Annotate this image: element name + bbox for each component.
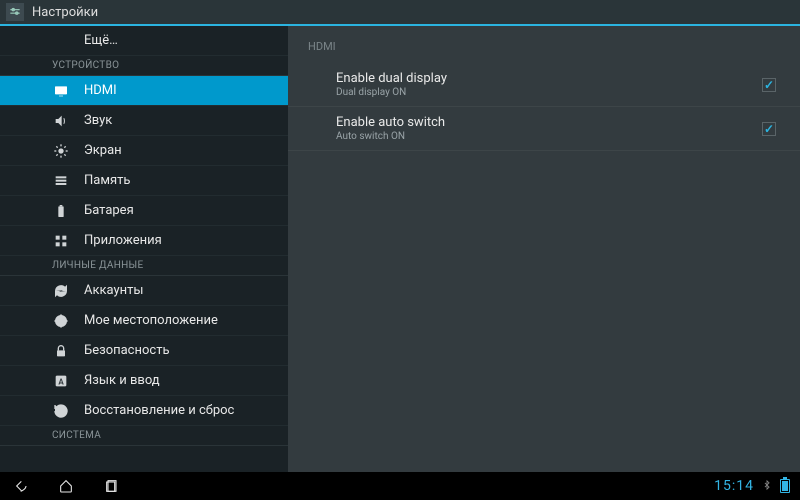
bluetooth-icon [762, 478, 772, 495]
sidebar-item-label: Мое местоположение [84, 313, 218, 328]
titlebar-title: Настройки [32, 5, 98, 20]
sidebar-item-label: Батарея [84, 203, 134, 218]
sidebar-item-security[interactable]: Безопасность [0, 336, 288, 366]
setting-subtitle: Dual display ON [336, 87, 762, 98]
sidebar-item-hdmi[interactable]: HDMI [0, 76, 288, 106]
brightness-icon [52, 142, 70, 160]
setting-subtitle: Auto switch ON [336, 131, 762, 142]
battery-status-icon [780, 479, 790, 493]
sync-icon [52, 282, 70, 300]
sidebar-item-accounts[interactable]: Аккаунты [0, 276, 288, 306]
sidebar-item-label: Язык и ввод [84, 373, 160, 388]
settings-app-icon [6, 3, 24, 21]
display-icon [52, 82, 70, 100]
sidebar-item-location[interactable]: Мое местоположение [0, 306, 288, 336]
speaker-icon [52, 112, 70, 130]
settings-sidebar[interactable]: Ещё… УСТРОЙСТВО HDMI Звук Экран Память Б… [0, 26, 288, 472]
sidebar-item-battery[interactable]: Батарея [0, 196, 288, 226]
checkbox-auto-switch[interactable] [762, 122, 776, 136]
main-panel: HDMI Enable dual display Dual display ON… [288, 26, 800, 472]
sidebar-item-label: Безопасность [84, 343, 170, 358]
back-button[interactable] [10, 476, 30, 496]
setting-title: Enable auto switch [336, 115, 762, 130]
setting-title: Enable dual display [336, 71, 762, 86]
battery-icon [52, 202, 70, 220]
apps-icon [52, 232, 70, 250]
sidebar-item-label: HDMI [84, 83, 117, 98]
sidebar-item-label: Ещё… [84, 33, 118, 48]
home-button[interactable] [56, 476, 76, 496]
sidebar-section-device: УСТРОЙСТВО [0, 56, 288, 76]
main-header: HDMI [288, 26, 800, 63]
storage-icon [52, 172, 70, 190]
status-clock[interactable]: 15:14 [714, 478, 754, 494]
location-icon [52, 312, 70, 330]
sidebar-item-sound[interactable]: Звук [0, 106, 288, 136]
checkbox-dual-display[interactable] [762, 78, 776, 92]
sidebar-section-system: СИСТЕМА [0, 426, 288, 446]
sidebar-item-memory[interactable]: Память [0, 166, 288, 196]
sidebar-item-reset[interactable]: Восстановление и сброс [0, 396, 288, 426]
sidebar-item-label: Аккаунты [84, 283, 144, 298]
titlebar: Настройки [0, 0, 800, 26]
sidebar-item-screen[interactable]: Экран [0, 136, 288, 166]
sidebar-item-more[interactable]: Ещё… [0, 26, 288, 56]
language-icon: A [52, 372, 70, 390]
sidebar-item-label: Экран [84, 143, 122, 158]
svg-text:A: A [58, 377, 64, 386]
sidebar-item-apps[interactable]: Приложения [0, 226, 288, 256]
lock-icon [52, 342, 70, 360]
sidebar-item-lang[interactable]: A Язык и ввод [0, 366, 288, 396]
sidebar-section-personal: ЛИЧНЫЕ ДАННЫЕ [0, 256, 288, 276]
sidebar-item-label: Приложения [84, 233, 162, 248]
setting-auto-switch[interactable]: Enable auto switch Auto switch ON [288, 107, 800, 151]
backup-icon [52, 402, 70, 420]
sidebar-item-label: Память [84, 173, 130, 188]
setting-dual-display[interactable]: Enable dual display Dual display ON [288, 63, 800, 107]
recents-button[interactable] [102, 476, 122, 496]
sidebar-item-label: Восстановление и сброс [84, 403, 234, 418]
system-navbar: 15:14 [0, 472, 800, 500]
sidebar-item-label: Звук [84, 113, 112, 128]
